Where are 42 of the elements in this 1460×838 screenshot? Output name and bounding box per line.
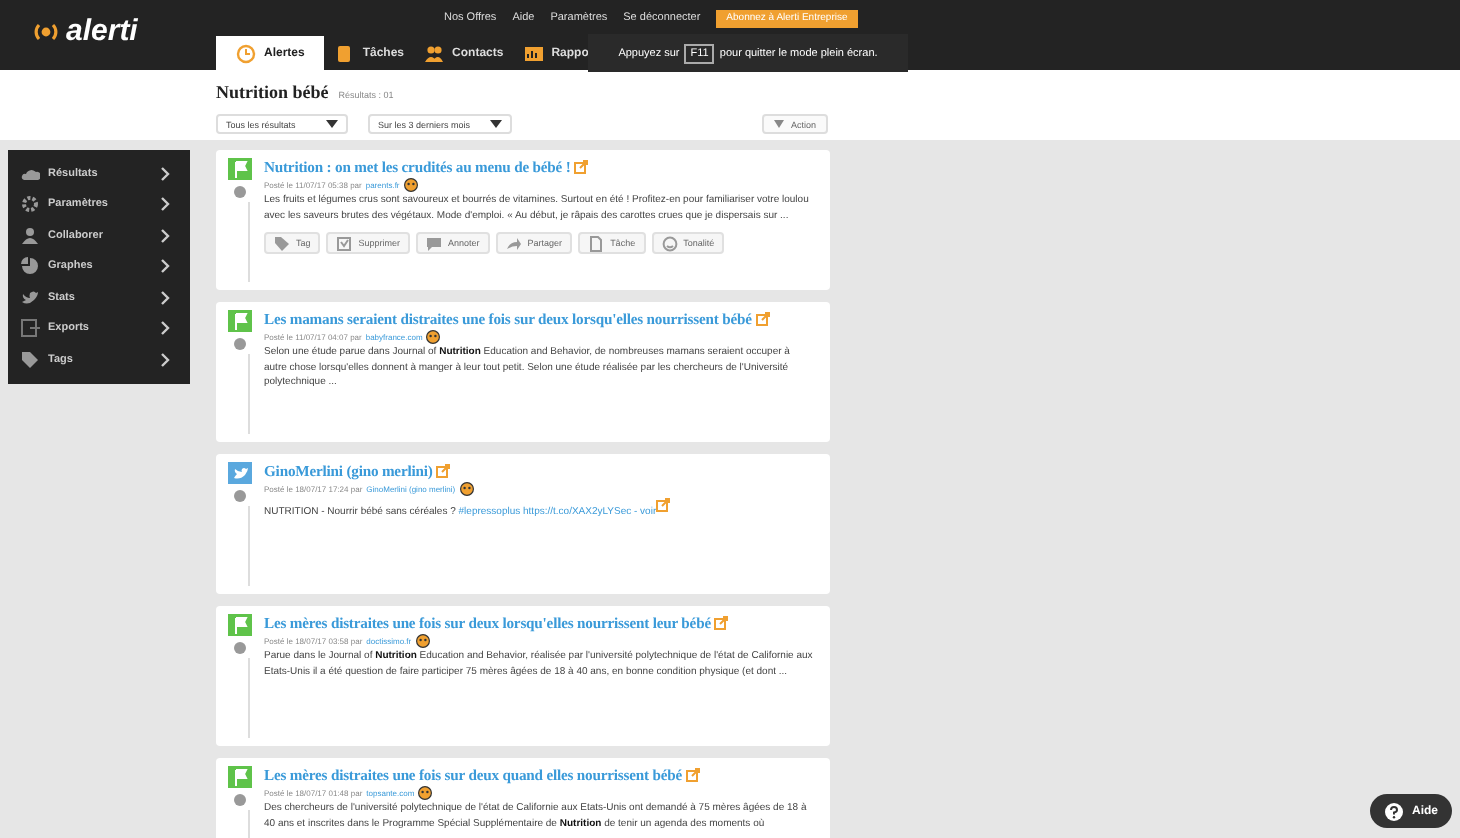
question-icon <box>1384 801 1404 821</box>
external-link-icon <box>436 463 451 479</box>
status-dot[interactable] <box>234 794 246 806</box>
status-dot[interactable] <box>234 338 246 350</box>
external-link-icon <box>574 159 589 175</box>
smiley-icon <box>661 235 678 251</box>
flag-badge <box>228 158 252 180</box>
clock-icon <box>236 43 256 63</box>
status-dot[interactable] <box>234 186 246 198</box>
external-link-icon <box>714 615 729 631</box>
caret-icon <box>490 120 502 128</box>
logo-text: alerti <box>66 14 138 48</box>
status-dot[interactable] <box>234 490 246 502</box>
comment-icon <box>426 235 443 251</box>
external-link-icon <box>755 311 770 327</box>
bird-icon <box>20 287 40 308</box>
share-icon <box>505 235 522 251</box>
caret-icon <box>326 120 338 128</box>
face-icon <box>426 330 441 344</box>
tag-icon <box>20 349 40 370</box>
export-icon <box>20 318 40 339</box>
face-icon <box>403 178 418 192</box>
people-icon <box>424 43 445 63</box>
pie-chart-icon <box>20 256 40 277</box>
external-link-icon <box>656 498 671 514</box>
face-icon <box>415 634 430 648</box>
flag-badge <box>228 766 252 788</box>
document-icon <box>588 235 605 251</box>
page-title: Nutrition bébé <box>216 82 329 102</box>
face-icon <box>418 786 433 800</box>
tag-icon <box>274 235 290 251</box>
status-dot[interactable] <box>234 642 246 654</box>
gear-icon <box>20 194 40 215</box>
flag-badge <box>228 614 252 636</box>
clipboard-icon <box>334 43 355 63</box>
people-icon <box>20 225 40 246</box>
face-icon <box>459 482 474 496</box>
flag-badge <box>228 310 252 332</box>
chart-icon <box>523 43 544 63</box>
bird-badge <box>228 462 252 484</box>
caret-icon <box>774 120 785 128</box>
external-link-icon <box>686 767 701 783</box>
